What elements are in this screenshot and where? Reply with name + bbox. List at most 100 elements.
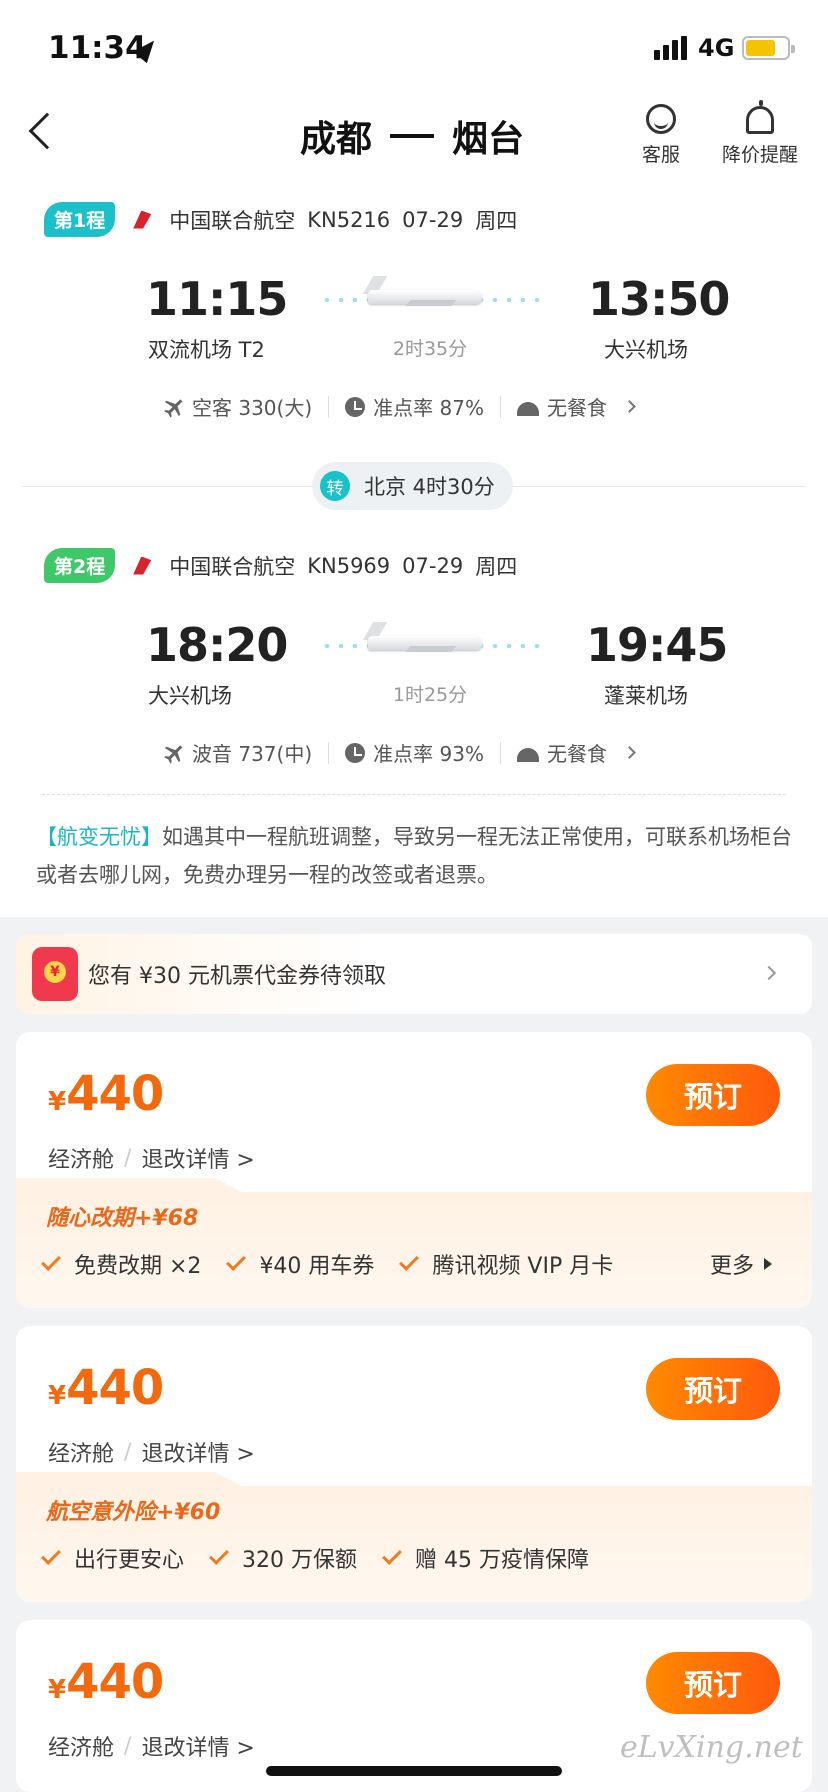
departure-time: 11:15 (146, 272, 288, 326)
price-alert-label: 降价提醒 (722, 144, 799, 166)
leg-badge: 第2程 (44, 548, 116, 583)
battery-icon (742, 36, 795, 60)
customer-service-button[interactable]: 客服 (642, 104, 680, 167)
route-dash (390, 134, 435, 138)
currency-symbol: ¥ (48, 1675, 67, 1705)
offer-card: ¥440 预订 经济舱 / 退改详情 > 随心改期+¥68 免费改期 ×2 ¥40 … (16, 1032, 812, 1308)
airline-logo-icon (131, 555, 153, 577)
notice-tag: 【航变无忧】 (36, 825, 162, 849)
check-icon (226, 1251, 247, 1271)
more-button[interactable]: 更多 (710, 1248, 772, 1280)
leg-badge: 第1程 (44, 202, 116, 237)
on-time-rate: 准点率 93% (373, 742, 484, 766)
plane-illustration (320, 616, 540, 666)
aircraft-type: 空客 330(大) (192, 396, 313, 420)
arrival-airport: 大兴机场 (604, 338, 688, 362)
aircraft-type: 波音 737(中) (192, 742, 313, 766)
leg-1-meta[interactable]: 空客 330(大) 准点率 87% 无餐食 (164, 392, 636, 421)
leg-1-header: 第1程 中国联合航空 KN5216 07-29 周四 (44, 202, 529, 237)
price-amount: 440 (66, 1066, 164, 1122)
aircraft-icon (160, 392, 188, 420)
addon-item: 腾讯视频 VIP 月卡 (432, 1254, 614, 1279)
addon-bundle[interactable]: 航空意外险+¥60 出行更安心 320 万保额 赠 45 万疫情保障 (16, 1472, 812, 1602)
price: ¥440 (48, 1360, 164, 1416)
addon-bundle[interactable]: 随心改期+¥68 免费改期 ×2 ¥40 用车券 腾讯视频 VIP 月卡 更多 (16, 1178, 812, 1308)
addon-items: 免费改期 ×2 ¥40 用车券 腾讯视频 VIP 月卡 (41, 1248, 643, 1280)
offer-card: ¥440 预订 经济舱 / 退改详情 > 航空意外险+¥60 出行更安心 320 万… (16, 1326, 812, 1602)
transfer-info: 转 北京 4时30分 (312, 462, 513, 510)
check-icon (41, 1545, 61, 1565)
departure-airport: 双流机场 T2 (148, 338, 265, 362)
disruption-notice: 【航变无忧】如遇其中一程航班调整，导致另一程无法正常使用，可联系机场柜台或者去哪… (36, 818, 796, 894)
chevron-right-icon (761, 965, 777, 981)
flight-weekday: 周四 (475, 554, 518, 579)
leg-2-header: 第2程 中国联合航空 KN5969 07-29 周四 (44, 548, 529, 583)
coupon-banner[interactable]: 您有 ¥30 元机票代金券待领取 (16, 934, 812, 1014)
check-icon (382, 1545, 402, 1565)
addon-item: ¥40 用车券 (259, 1254, 375, 1279)
price-amount: 440 (66, 1360, 164, 1416)
currency-symbol: ¥ (48, 1087, 67, 1117)
book-button[interactable]: 预订 (646, 1358, 780, 1420)
clock-icon (345, 396, 366, 417)
network-label: 4G (698, 34, 735, 62)
airline-name: 中国联合航空 (169, 554, 296, 579)
meal-info: 无餐食 (546, 742, 607, 766)
cabin-info: 经济舱 / 退改详情 > (48, 1142, 255, 1174)
arrival-airport: 蓬莱机场 (604, 684, 688, 708)
transfer-text: 北京 4时30分 (364, 475, 495, 499)
refund-change-rules-link[interactable]: 退改详情 > (141, 1730, 254, 1762)
addon-item: 320 万保额 (242, 1548, 358, 1573)
book-button[interactable]: 预订 (646, 1652, 780, 1714)
meal-icon (516, 747, 539, 762)
watermark: eLvXing.net (620, 1730, 803, 1765)
price: ¥440 (48, 1654, 164, 1710)
flight-date: 07-29 (402, 553, 464, 578)
home-indicator[interactable] (266, 1766, 562, 1776)
on-time-rate: 准点率 87% (373, 396, 484, 420)
addon-item: 赠 45 万疫情保障 (415, 1548, 589, 1573)
price-amount: 440 (66, 1654, 164, 1710)
arrival-time: 19:45 (586, 618, 728, 672)
origin-city: 成都 (300, 119, 373, 160)
departure-airport: 大兴机场 (148, 684, 232, 708)
plane-illustration (320, 270, 540, 320)
status-time: 11:34 (48, 30, 147, 66)
chevron-right-icon (623, 400, 636, 413)
refund-change-rules-link[interactable]: 退改详情 > (141, 1142, 254, 1174)
signal-icon (654, 36, 688, 60)
flight-duration: 2时35分 (392, 338, 468, 360)
addon-title: 随心改期+¥68 (46, 1206, 199, 1231)
price: ¥440 (48, 1066, 164, 1122)
flight-weekday: 周四 (475, 208, 518, 233)
leg-2-meta[interactable]: 波音 737(中) 准点率 93% 无餐食 (164, 738, 636, 767)
aircraft-icon (160, 738, 188, 766)
meal-info: 无餐食 (546, 396, 607, 420)
cabin-class: 经济舱 (48, 1442, 115, 1467)
book-button[interactable]: 预订 (646, 1064, 780, 1126)
airline-logo-icon (131, 209, 153, 231)
departure-time: 18:20 (146, 618, 288, 672)
dashed-divider (42, 794, 786, 795)
chevron-right-icon (623, 746, 636, 759)
currency-symbol: ¥ (48, 1381, 67, 1411)
check-icon (41, 1251, 61, 1271)
transfer-icon: 转 (320, 471, 350, 501)
meal-icon (516, 401, 539, 416)
airline-name: 中国联合航空 (169, 208, 296, 233)
customer-service-icon (646, 104, 676, 134)
addon-items: 出行更安心 320 万保额 赠 45 万疫情保障 (41, 1542, 619, 1574)
cabin-class: 经济舱 (48, 1148, 115, 1173)
destination-city: 烟台 (452, 119, 525, 160)
arrival-time: 13:50 (588, 272, 730, 326)
addon-item: 出行更安心 (74, 1548, 185, 1573)
clock-icon (345, 742, 366, 763)
more-label: 更多 (709, 1254, 754, 1279)
check-icon (399, 1251, 420, 1271)
coupon-text: 您有 ¥30 元机票代金券待领取 (88, 964, 386, 989)
refund-change-rules-link[interactable]: 退改详情 > (141, 1436, 254, 1468)
bell-icon (746, 100, 774, 134)
flight-number: KN5216 (307, 207, 391, 232)
price-alert-button[interactable]: 降价提醒 (722, 100, 799, 167)
flight-number: KN5969 (307, 553, 391, 578)
